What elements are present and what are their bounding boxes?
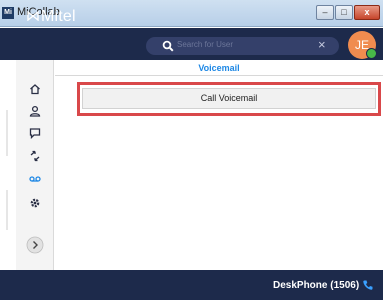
- tab-divider: [55, 75, 383, 76]
- voicemail-tab-bar: Voicemail: [55, 60, 383, 76]
- chevron-right-icon: [26, 236, 44, 254]
- window-left-edge: [0, 60, 16, 270]
- sidebar-expand-button[interactable]: [16, 234, 54, 256]
- gear-icon: [30, 198, 40, 208]
- search-icon: [162, 40, 174, 52]
- sidebar-item-contacts[interactable]: [16, 100, 54, 122]
- close-button[interactable]: x: [354, 5, 380, 20]
- sidebar-item-settings[interactable]: [16, 192, 54, 214]
- phone-icon[interactable]: [362, 279, 374, 291]
- minimize-button[interactable]: –: [316, 5, 334, 20]
- maximize-button[interactable]: □: [335, 5, 353, 20]
- search-input[interactable]: [146, 37, 339, 55]
- app-icon: Mi: [2, 7, 14, 19]
- sidebar-item-home[interactable]: [16, 78, 54, 100]
- deskphone-label[interactable]: DeskPhone (1506): [273, 280, 359, 291]
- call-voicemail-button[interactable]: Call Voicemail: [82, 88, 376, 109]
- clear-search-icon[interactable]: ×: [318, 37, 326, 53]
- call-history-icon: [30, 150, 40, 162]
- sidebar-item-chat[interactable]: [16, 122, 54, 144]
- sidebar-item-calls[interactable]: [16, 145, 54, 167]
- mitel-logo-icon: [27, 11, 39, 21]
- chat-icon: [29, 128, 41, 139]
- search-placeholder: Search for User: [177, 40, 234, 49]
- contacts-icon: [29, 105, 41, 117]
- home-icon: [30, 84, 40, 95]
- sidebar-item-voicemail[interactable]: [16, 168, 54, 190]
- brand-name: Mitel: [41, 8, 76, 25]
- voicemail-icon: [29, 176, 41, 182]
- tab-voicemail[interactable]: Voicemail: [55, 63, 383, 73]
- presence-status-icon: [366, 48, 377, 59]
